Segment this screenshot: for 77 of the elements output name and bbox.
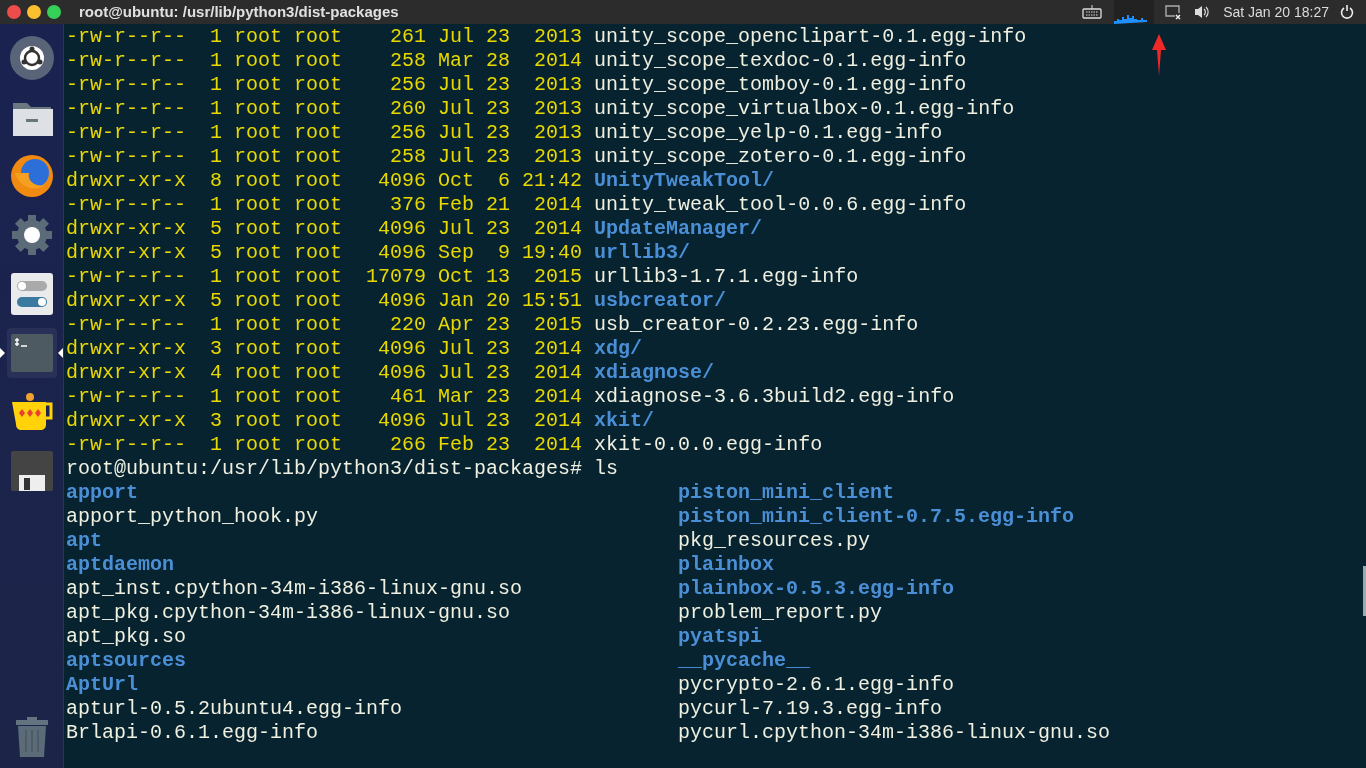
- file-name: xkit/: [594, 409, 655, 433]
- close-button[interactable]: [7, 5, 21, 19]
- file-name: __pycache__: [678, 649, 811, 673]
- clock[interactable]: Sat Jan 20 18:27: [1223, 1, 1329, 23]
- file-name: xkit-0.0.0.egg-info: [594, 433, 823, 457]
- file-details: drwxr-xr-x 5 root root 4096 Sep 9 19:40: [66, 241, 583, 265]
- file-name: Brlapi-0.6.1.egg-info: [66, 721, 319, 745]
- file-details: -rw-r--r-- 1 root root 266 Feb 23 2014: [66, 433, 583, 457]
- screen-off-icon[interactable]: [1164, 4, 1183, 20]
- ubuntu-logo-icon: [8, 34, 55, 81]
- file-name: apt_pkg.cpython-34m-i386-linux-gnu.so: [66, 601, 511, 625]
- file-name: xdiagnose/: [594, 361, 715, 385]
- file-name: usbcreator/: [594, 289, 727, 313]
- file-details: -rw-r--r-- 1 root root 461 Mar 23 2014: [66, 385, 583, 409]
- file-name: apt_inst.cpython-34m-i386-linux-gnu.so: [66, 577, 523, 601]
- keyboard-icon[interactable]: [1082, 5, 1103, 19]
- file-details: -rw-r--r-- 1 root root 220 Apr 23 2015: [66, 313, 583, 337]
- file-name: urllib3-1.7.1.egg-info: [594, 265, 859, 289]
- file-name: UpdateManager/: [594, 217, 763, 241]
- file-details: drwxr-xr-x 3 root root 4096 Jul 23 2014: [66, 409, 583, 433]
- file-name: unity_tweak_tool-0.0.6.egg-info: [594, 193, 967, 217]
- file-details: drwxr-xr-x 3 root root 4096 Jul 23 2014: [66, 337, 583, 361]
- power-icon[interactable]: [1340, 5, 1354, 19]
- file-name: plainbox-0.5.3.egg-info: [678, 577, 955, 601]
- file-name: unity_scope_tomboy-0.1.egg-info: [594, 73, 967, 97]
- file-name: xdg/: [594, 337, 643, 361]
- file-name: pyatspi: [678, 625, 762, 649]
- file-details: -rw-r--r-- 1 root root 376 Feb 21 2014: [66, 193, 583, 217]
- file-details: -rw-r--r-- 1 root root 256 Jul 23 2013: [66, 121, 583, 145]
- file-details: -rw-r--r-- 1 root root 258 Mar 28 2014: [66, 49, 583, 73]
- terminal-icon: [10, 333, 53, 372]
- file-name: aptdaemon: [66, 553, 175, 577]
- teapot-icon: [9, 391, 54, 432]
- window-title: root@ubuntu: /usr/lib/python3/dist-packages: [79, 1, 399, 22]
- file-name: usb_creator-0.2.23.egg-info: [594, 313, 919, 337]
- file-name: unity_scope_texdoc-0.1.egg-info: [594, 49, 967, 73]
- file-name: UnityTweakTool/: [594, 169, 775, 193]
- file-details: -rw-r--r-- 1 root root 260 Jul 23 2013: [66, 97, 583, 121]
- file-details: drwxr-xr-x 5 root root 4096 Jul 23 2014: [66, 217, 583, 241]
- toggle-switches-icon: [10, 272, 53, 315]
- file-name: piston_mini_client: [678, 481, 895, 505]
- file-name: pycrypto-2.6.1.egg-info: [678, 673, 955, 697]
- file-details: -rw-r--r-- 1 root root 256 Jul 23 2013: [66, 73, 583, 97]
- file-name: unity_scope_virtualbox-0.1.egg-info: [594, 97, 1015, 121]
- network-graph-icon[interactable]: [1114, 0, 1155, 24]
- speaker-icon[interactable]: [1194, 5, 1211, 19]
- file-name: apt_pkg.so: [66, 625, 187, 649]
- file-name: problem_report.py: [678, 601, 883, 625]
- file-details: drwxr-xr-x 8 root root 4096 Oct 6 21:42: [66, 169, 583, 193]
- file-details: -rw-r--r-- 1 root root 258 Jul 23 2013: [66, 145, 583, 169]
- file-name: urllib3/: [594, 241, 691, 265]
- maximize-button[interactable]: [47, 5, 61, 19]
- file-details: -rw-r--r-- 1 root root 17079 Oct 13 2015: [66, 265, 583, 289]
- file-details: drwxr-xr-x 5 root root 4096 Jan 20 15:51: [66, 289, 583, 313]
- file-details: -rw-r--r-- 1 root root 261 Jul 23 2013: [66, 25, 583, 49]
- file-details: drwxr-xr-x 4 root root 4096 Jul 23 2014: [66, 361, 583, 385]
- file-name: apport_python_hook.py: [66, 505, 319, 529]
- file-name: unity_scope_zotero-0.1.egg-info: [594, 145, 967, 169]
- file-name: apturl-0.5.2ubuntu4.egg-info: [66, 697, 403, 721]
- file-name: apt: [66, 529, 102, 553]
- file-name: pkg_resources.py: [678, 529, 871, 553]
- minimize-button[interactable]: [27, 5, 41, 19]
- file-name: piston_mini_client-0.7.5.egg-info: [678, 505, 1075, 529]
- scrollbar-thumb[interactable]: [1363, 566, 1366, 616]
- file-name: unity_scope_yelp-0.1.egg-info: [594, 121, 943, 145]
- file-name: plainbox: [678, 553, 774, 577]
- file-name: unity_scope_openclipart-0.1.egg-info: [594, 25, 1027, 49]
- gear-icon: [9, 212, 54, 257]
- fox-globe-icon: [8, 152, 55, 199]
- file-name: aptsources: [66, 649, 187, 673]
- file-name: xdiagnose-3.6.3build2.egg-info: [594, 385, 955, 409]
- file-name: pycurl-7.19.3.egg-info: [678, 697, 943, 721]
- shell-prompt: root@ubuntu:/usr/lib/python3/dist-packages# ls: [66, 457, 619, 481]
- file-name: AptUrl: [66, 673, 138, 697]
- file-name: apport: [66, 481, 138, 505]
- file-name: pycurl.cpython-34m-i386-linux-gnu.so: [678, 721, 1111, 745]
- trash-icon: [14, 716, 49, 757]
